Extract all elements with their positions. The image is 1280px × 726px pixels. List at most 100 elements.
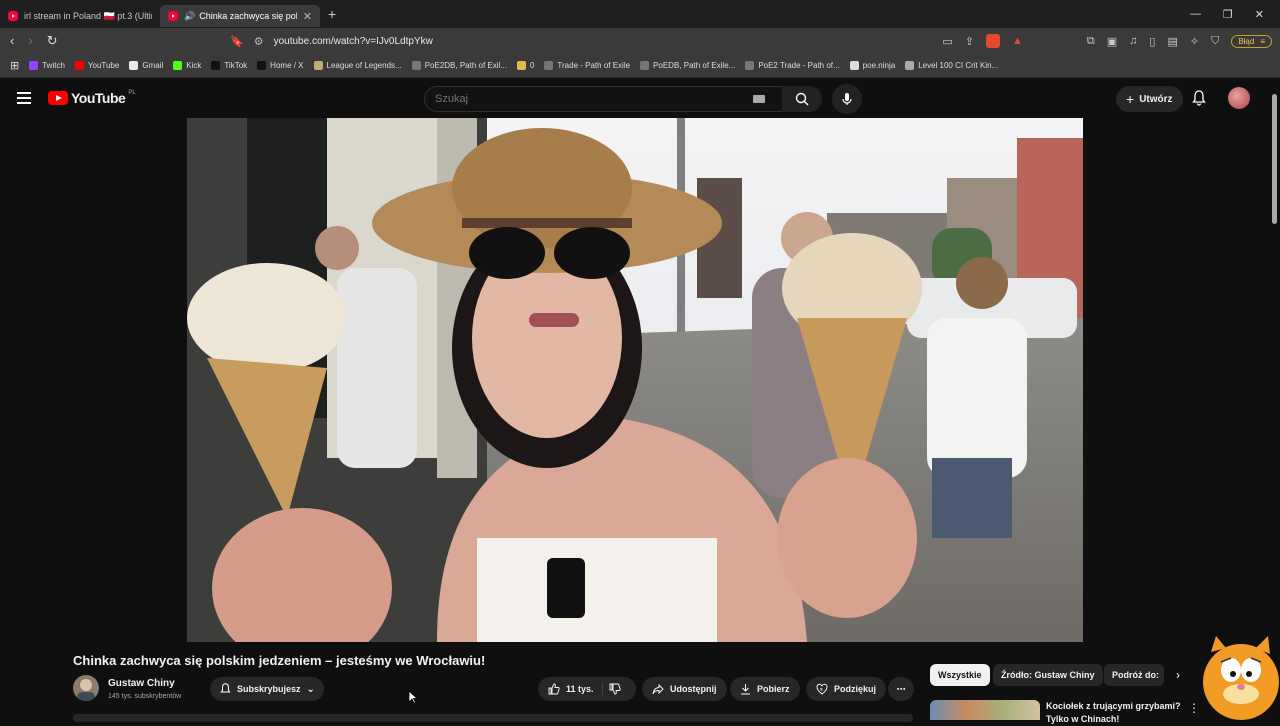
channel-avatar[interactable]	[73, 675, 99, 701]
channel-name[interactable]: Gustaw Chiny	[108, 678, 175, 689]
bookmark-item[interactable]: Gmail	[129, 61, 163, 70]
close-tab-icon[interactable]: ✕	[303, 10, 312, 23]
bookmark-favicon-icon	[905, 61, 915, 70]
download-button[interactable]: Pobierz	[730, 677, 800, 701]
ai-icon[interactable]: ✧	[1190, 35, 1199, 48]
reload-button[interactable]: ↻	[47, 33, 58, 49]
mouse-cursor-icon	[408, 690, 418, 704]
bookmark-icon[interactable]: 🔖	[230, 35, 244, 48]
youtube-header: YouTube PL + Utwórz	[0, 78, 1280, 118]
bookmark-favicon-icon	[411, 61, 421, 70]
thanks-button[interactable]: $ Podziękuj	[806, 677, 887, 701]
like-dislike-group: 11 tys.	[538, 677, 636, 701]
download-icon	[741, 684, 750, 695]
site-info-icon[interactable]: ⚙	[254, 35, 264, 48]
bookmark-item[interactable]: 0	[516, 61, 534, 70]
apps-grid-icon[interactable]: ⊞	[10, 59, 19, 72]
share-icon[interactable]: ⇪	[965, 35, 974, 48]
share-arrow-icon	[652, 683, 664, 694]
svg-text:$: $	[820, 687, 823, 692]
like-button[interactable]: 11 tys.	[548, 683, 603, 695]
bookmark-item[interactable]: TikTok	[211, 61, 247, 70]
page-scrollbar[interactable]	[1272, 94, 1277, 224]
chip-source-channel[interactable]: Źródło: Gustaw Chiny	[993, 664, 1103, 686]
bookmark-item[interactable]: Level 100 CI Crit Kin...	[905, 61, 998, 70]
bookmark-favicon-icon	[313, 61, 323, 70]
voice-search-button[interactable]	[832, 84, 862, 114]
close-window-button[interactable]: ✕	[1255, 8, 1264, 21]
media-icon[interactable]: ♫	[1129, 35, 1137, 47]
more-actions-button[interactable]: ⋯	[888, 677, 914, 701]
chevron-right-icon[interactable]: ›	[1176, 668, 1180, 682]
youtube-logo[interactable]: YouTube PL	[48, 90, 136, 106]
menu-hamburger-icon[interactable]	[17, 92, 31, 104]
super-thanks-icon: $	[816, 683, 828, 695]
thumbs-down-icon[interactable]	[609, 683, 621, 695]
bookmark-favicon-icon	[257, 61, 267, 70]
bookmark-favicon-icon	[745, 61, 755, 70]
menu-icon: ≡	[1260, 36, 1265, 46]
video-player[interactable]	[187, 118, 1083, 642]
bookmark-item[interactable]: League of Legends...	[313, 61, 402, 70]
more-horizontal-icon: ⋯	[896, 683, 906, 694]
bookmark-item[interactable]: PoE2 Trade - Path of...	[745, 61, 840, 70]
bookmark-item[interactable]: Twitch	[29, 61, 65, 70]
bookmark-item[interactable]: Home / X	[257, 61, 304, 70]
browser-tab-active[interactable]: 🔊 Chinka zachwyca się polskim ✕	[160, 5, 320, 27]
garfield-overlay-icon	[1203, 636, 1279, 720]
restore-button[interactable]: ❐	[1223, 8, 1233, 21]
keyboard-icon[interactable]	[753, 95, 765, 103]
notifications-bell-icon[interactable]	[1192, 90, 1206, 111]
chip-travel[interactable]: Podróż do:	[1104, 664, 1164, 686]
tab-title: Chinka zachwyca się polskim	[199, 11, 297, 21]
back-button[interactable]: ‹	[10, 33, 14, 49]
bookmark-favicon-icon	[211, 61, 221, 70]
microphone-icon	[842, 93, 852, 105]
search-box	[424, 86, 784, 112]
bookmark-item[interactable]: PoEDB, Path of Exile...	[640, 61, 735, 70]
screenshot-icon[interactable]: ▣	[1107, 35, 1117, 48]
bookmark-favicon-icon	[173, 61, 183, 70]
recommended-title[interactable]: Kociołek z trującymi grzybami? Tylko w C…	[1046, 700, 1186, 726]
bookmark-favicon-icon	[849, 61, 859, 70]
sidebar-icon[interactable]: ▯	[1149, 35, 1155, 48]
bookmark-favicon-icon	[544, 61, 554, 70]
bookmark-favicon-icon	[74, 61, 84, 70]
plus-icon: +	[1126, 91, 1135, 107]
search-input[interactable]	[435, 93, 753, 105]
recommended-thumbnail[interactable]	[930, 700, 1040, 720]
browser-tab[interactable]: irl stream in Poland 🇵🇱 pt.3 (Ultimate	[0, 5, 160, 27]
new-tab-button[interactable]: +	[328, 6, 336, 22]
bookmark-item[interactable]: poe.ninja	[849, 61, 895, 70]
search-button[interactable]	[782, 86, 822, 112]
bookmark-item[interactable]: YouTube	[74, 61, 119, 70]
brave-shields-icon[interactable]	[985, 34, 1000, 48]
chip-all[interactable]: Wszystkie	[930, 664, 990, 686]
extensions-icon[interactable]: ⧉	[1087, 35, 1095, 48]
chevron-down-icon: ⌄	[306, 683, 315, 695]
bookmark-favicon-icon	[640, 61, 650, 70]
video-info-area: Chinka zachwyca się polskim jedzeniem – …	[0, 642, 1280, 724]
search-icon	[795, 92, 809, 106]
url-field[interactable]: youtube.com/watch?v=IJv0LdtpYkw	[274, 36, 433, 47]
account-avatar[interactable]	[1228, 87, 1250, 109]
cast-icon[interactable]: ▭	[942, 35, 952, 48]
forward-button[interactable]: ›	[28, 33, 32, 49]
subscribed-button[interactable]: Subskrybujesz ⌄	[210, 677, 324, 701]
minimize-button[interactable]: —	[1190, 8, 1201, 21]
bookmark-item[interactable]: Kick	[173, 61, 201, 70]
wallet-icon[interactable]: ▤	[1167, 35, 1177, 48]
browser-tab-bar: irl stream in Poland 🇵🇱 pt.3 (Ultimate 🔊…	[0, 0, 1280, 28]
youtube-favicon-icon	[8, 11, 18, 21]
bell-icon	[220, 683, 231, 693]
vpn-icon[interactable]: ⛉	[1211, 35, 1219, 48]
bookmark-item[interactable]: Trade - Path of Exile	[544, 61, 630, 70]
share-button[interactable]: Udostępnij	[642, 677, 727, 701]
create-button[interactable]: + Utwórz	[1116, 86, 1183, 112]
bookmark-favicon-icon	[129, 61, 139, 70]
error-badge-button[interactable]: Błąd ≡	[1231, 34, 1272, 48]
description-box[interactable]	[73, 714, 913, 722]
bookmark-item[interactable]: PoE2DB, Path of Exil...	[411, 61, 507, 70]
brave-rewards-icon[interactable]: ▲	[1012, 35, 1023, 47]
thumbs-up-icon	[548, 683, 560, 695]
